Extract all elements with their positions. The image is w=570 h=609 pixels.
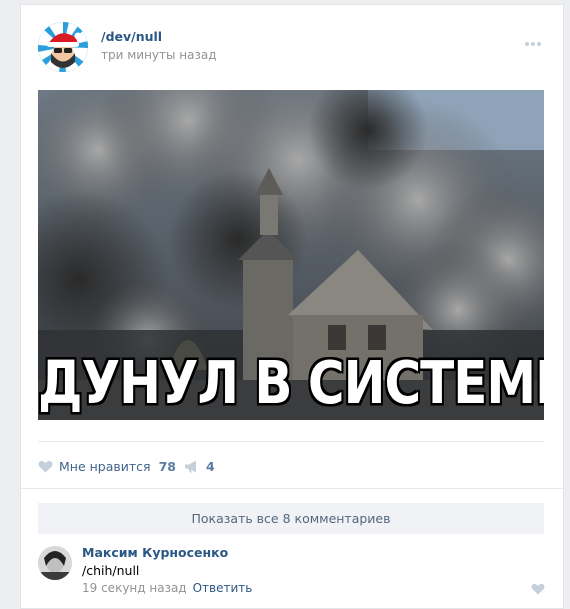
- comment-text: /chih/null: [82, 563, 140, 578]
- image-caption: ДУНУЛ В СИСТЕМНИК: [38, 348, 544, 418]
- actions-divider-top: [38, 441, 544, 442]
- post-image[interactable]: ДУНУЛ В СИСТЕМНИК: [38, 90, 544, 420]
- post-timestamp[interactable]: три минуты назад: [101, 48, 217, 62]
- post-card: /dev/null три минуты назад ДУНУЛ В СИСТЕ…: [20, 4, 564, 609]
- reply-link[interactable]: Ответить: [193, 581, 253, 595]
- share-button[interactable]: 4: [184, 457, 215, 475]
- comments-divider: [21, 488, 563, 489]
- author-avatar[interactable]: [38, 22, 88, 72]
- heart-icon: [38, 460, 53, 472]
- like-button[interactable]: Мне нравится 78: [38, 457, 176, 475]
- post-author-link[interactable]: /dev/null: [101, 29, 162, 44]
- show-all-comments-button[interactable]: Показать все 8 комментариев: [38, 503, 544, 534]
- comment-avatar[interactable]: [38, 546, 72, 580]
- comment-meta: 19 секунд назад Ответить: [82, 581, 252, 595]
- megaphone-icon: [185, 460, 196, 472]
- more-icon[interactable]: [525, 31, 545, 46]
- like-count: 78: [158, 458, 176, 474]
- comment-heart-icon[interactable]: [531, 583, 545, 595]
- share-count: 4: [206, 458, 215, 474]
- comment-timestamp[interactable]: 19 секунд назад: [82, 581, 187, 595]
- comment-author-link[interactable]: Максим Курносенко: [82, 545, 228, 560]
- like-label: Мне нравится: [59, 458, 151, 474]
